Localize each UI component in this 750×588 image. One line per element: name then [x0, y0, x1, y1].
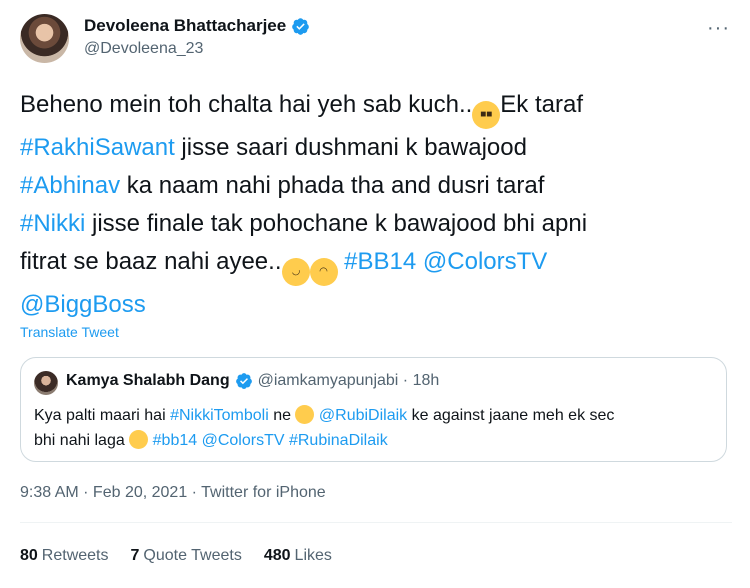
retweets-count: 80 [20, 547, 38, 564]
more-options-icon[interactable]: ··· [707, 18, 730, 38]
retweets-label: Retweets [41, 547, 109, 564]
text-line: @BiggBoss [20, 286, 732, 324]
quoted-author-avatar [34, 371, 58, 395]
text-span: ka naam nahi phada tha and dusri taraf [120, 172, 545, 199]
quoted-display-name: Kamya Shalabh Dang [66, 372, 230, 389]
verified-badge-icon [292, 17, 310, 35]
hashtag-link[interactable]: #Nikki [20, 210, 85, 237]
text-span: fitrat se baaz nahi ayee.. [20, 248, 282, 275]
hashtag-link[interactable]: #NikkiTomboli [170, 407, 269, 424]
text-line: #RakhiSawant jisse saari dushmani k bawa… [20, 129, 732, 167]
divider [20, 522, 732, 523]
eye-roll-emoji-icon [129, 430, 149, 449]
text-line: fitrat se baaz nahi ayee.. ◡ ◠ #BB14 @Colo… [20, 243, 732, 290]
text-span: Kya palti maari hai [34, 407, 171, 424]
hashtag-link[interactable]: #RakhiSawant [20, 134, 175, 161]
quoted-header: Kamya Shalabh Dang @iamkamyapunjabi · 18… [66, 372, 439, 390]
meta-separator: · [78, 484, 93, 501]
text-line: #Abhinav ka naam nahi phada tha and dusr… [20, 167, 732, 205]
author-handle[interactable]: @Devoleena_23 [84, 40, 310, 58]
text-span [416, 248, 423, 275]
author-name-row: Devoleena Bhattacharjee [84, 16, 310, 36]
mention-link[interactable]: @ColorsTV [423, 248, 547, 275]
text-span: ne [268, 407, 296, 424]
sunglasses-emoji-icon: ■■ [472, 101, 501, 129]
tweet-time[interactable]: 9:38 AM [20, 484, 79, 501]
mention-link[interactable]: @RubiDilaik [319, 407, 407, 424]
text-span: ke against jaane meh ek sec [407, 407, 615, 424]
quoted-handle-time: @iamkamyapunjabi · 18h [257, 372, 440, 389]
translate-tweet-link[interactable]: Translate Tweet [20, 324, 119, 340]
text-span: bhi nahi laga [34, 432, 130, 449]
mention-link[interactable]: @BiggBoss [20, 291, 146, 318]
author-avatar[interactable] [20, 14, 69, 63]
quote-tweets-count: 7 [130, 547, 140, 564]
likes-stat[interactable]: 480 Likes [264, 547, 332, 565]
sweat-smile-emoji-icon [295, 405, 315, 424]
quote-tweets-stat[interactable]: 7 Quote Tweets [131, 547, 242, 565]
tweet-text: Beheno mein toh chalta hai yeh sab kuch.… [20, 86, 732, 324]
engagement-stats: 80 Retweets 7 Quote Tweets 480 Likes [20, 547, 332, 565]
hashtag-link[interactable]: #Abhinav [20, 172, 120, 199]
text-line: Beheno mein toh chalta hai yeh sab kuch.… [20, 86, 732, 129]
quote-tweets-label: Quote Tweets [143, 547, 242, 564]
text-span: jisse finale tak pohochane k bawajood bh… [85, 210, 588, 237]
text-line: #Nikki jisse finale tak pohochane k bawa… [20, 205, 732, 243]
text-span: jisse saari dushmani k bawajood [174, 134, 527, 161]
quoted-text: Kya palti maari hai #NikkiTomboli ne @Ru… [34, 403, 704, 453]
author-header: Devoleena Bhattacharjee @Devoleena_23 [84, 16, 310, 58]
zany-emoji-icon: ◠ [309, 258, 338, 286]
text-span: Beheno mein toh chalta hai yeh sab kuch.… [20, 91, 473, 118]
likes-label: Likes [294, 547, 332, 564]
hashtag-link[interactable]: #BB14 [344, 248, 416, 275]
retweets-stat[interactable]: 80 Retweets [20, 547, 109, 565]
tweet-meta: 9:38 AM · Feb 20, 2021 · Twitter for iPh… [20, 484, 326, 502]
meta-separator: · [187, 484, 202, 501]
tweet-date[interactable]: Feb 20, 2021 [93, 484, 187, 501]
text-line: bhi nahi laga #bb14 @ColorsTV #RubinaDil… [34, 428, 704, 453]
verified-badge-icon [235, 373, 252, 389]
text-span: Ek taraf [500, 91, 583, 118]
mention-link[interactable]: @ColorsTV [202, 432, 285, 449]
hashtag-link[interactable]: #RubinaDilaik [289, 432, 388, 449]
quoted-tweet[interactable]: Kamya Shalabh Dang @iamkamyapunjabi · 18… [20, 357, 727, 462]
rofl-emoji-icon: ◡ [277, 254, 314, 290]
hashtag-link[interactable]: #bb14 [153, 432, 198, 449]
text-line: Kya palti maari hai #NikkiTomboli ne @Ru… [34, 403, 704, 428]
author-display-name[interactable]: Devoleena Bhattacharjee [84, 16, 286, 36]
likes-count: 480 [263, 547, 291, 564]
tweet-source[interactable]: Twitter for iPhone [201, 484, 326, 501]
